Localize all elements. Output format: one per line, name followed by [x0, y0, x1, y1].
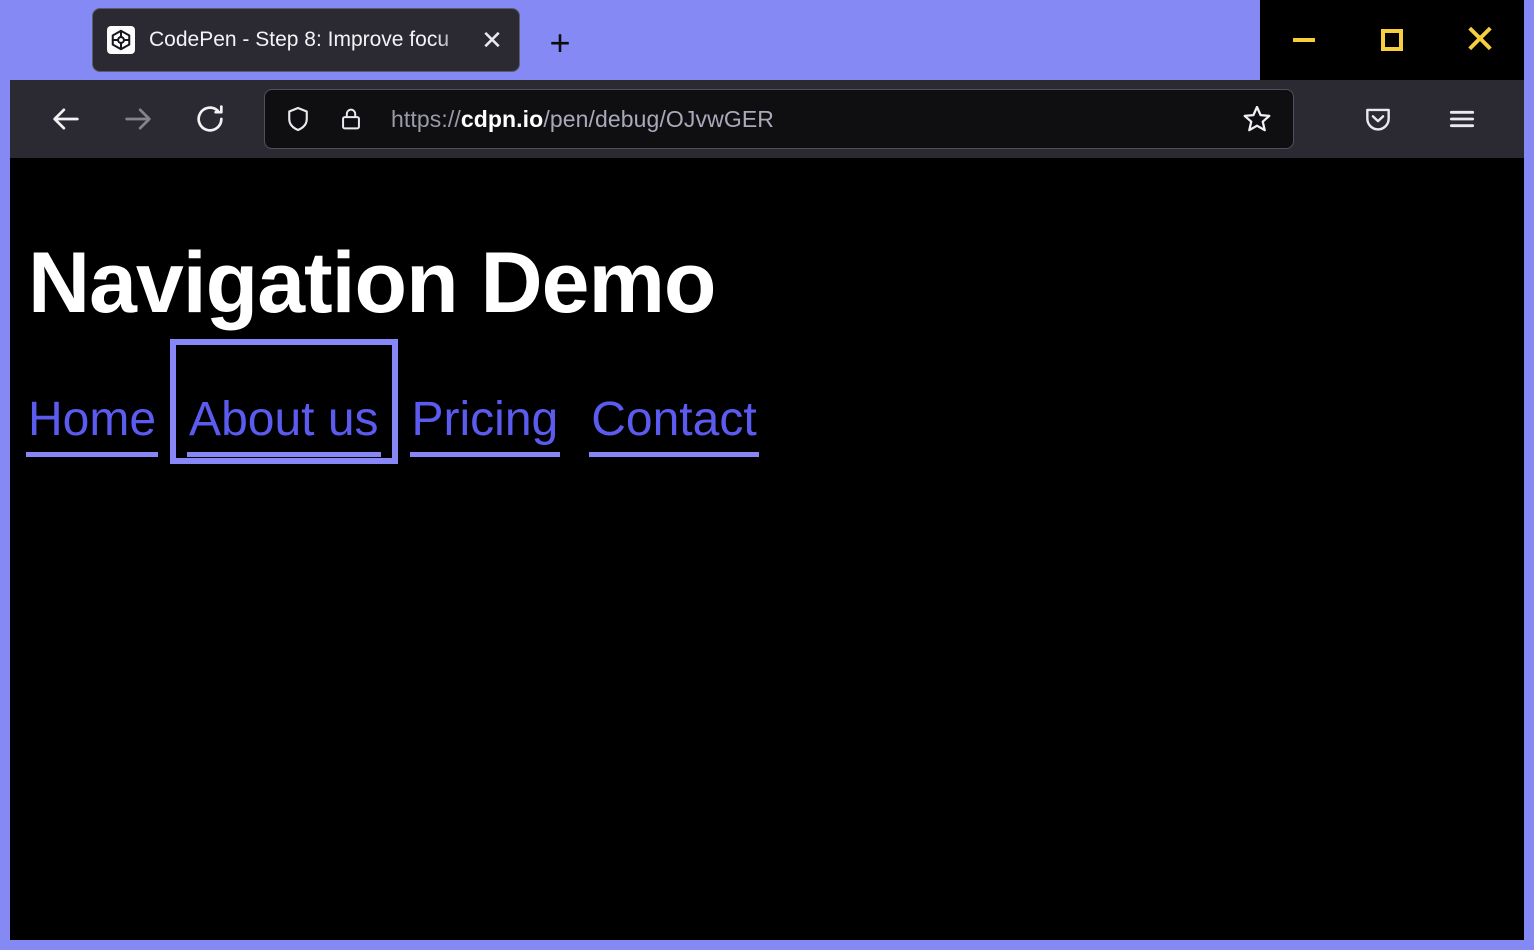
pocket-button[interactable] [1350, 91, 1406, 147]
maximize-icon [1381, 29, 1403, 51]
url-text[interactable]: https://cdpn.io/pen/debug/OJvwGER [391, 106, 1235, 133]
minimize-icon [1293, 38, 1315, 42]
forward-button[interactable] [110, 91, 166, 147]
lock-icon[interactable] [337, 105, 365, 133]
url-scheme: https:// [391, 106, 461, 132]
tab-title: CodePen - Step 8: Improve focu [149, 27, 481, 53]
back-button[interactable] [38, 91, 94, 147]
page-title: Navigation Demo [28, 240, 1524, 326]
maximize-button[interactable] [1361, 13, 1423, 67]
minimize-button[interactable] [1273, 13, 1335, 67]
site-navigation: Home About us Pricing Contact [26, 394, 1524, 457]
close-icon: ✕ [1463, 20, 1497, 60]
arrow-right-icon [121, 102, 155, 136]
window-controls: ✕ [1260, 0, 1524, 80]
close-window-button[interactable]: ✕ [1449, 13, 1511, 67]
pocket-icon [1362, 103, 1394, 135]
hamburger-menu-icon [1446, 103, 1478, 135]
nav-link-about-us[interactable]: About us [187, 394, 380, 457]
url-path: /pen/debug/OJvwGER [543, 106, 774, 132]
demo-page: Navigation Demo Home About us Pricing Co… [10, 240, 1524, 457]
reload-button[interactable] [182, 91, 238, 147]
nav-link-pricing[interactable]: Pricing [410, 394, 561, 457]
arrow-left-icon [49, 102, 83, 136]
url-bar[interactable]: https://cdpn.io/pen/debug/OJvwGER [264, 89, 1294, 149]
toolbar-right-group [1322, 91, 1490, 147]
codepen-icon [107, 26, 135, 54]
browser-toolbar: https://cdpn.io/pen/debug/OJvwGER [10, 80, 1524, 158]
shield-icon[interactable] [283, 104, 313, 134]
menu-button[interactable] [1434, 91, 1490, 147]
bookmark-star-icon[interactable] [1235, 97, 1279, 141]
browser-window: CodePen - Step 8: Improve focu ✕ + ✕ [0, 0, 1534, 950]
reload-icon [193, 102, 227, 136]
nav-link-contact[interactable]: Contact [589, 394, 758, 457]
page-viewport: Navigation Demo Home About us Pricing Co… [10, 158, 1524, 940]
new-tab-button[interactable]: + [534, 18, 586, 68]
browser-tab[interactable]: CodePen - Step 8: Improve focu ✕ [92, 8, 520, 72]
tab-strip: CodePen - Step 8: Improve focu ✕ + ✕ [0, 0, 1534, 80]
url-host: cdpn.io [461, 106, 543, 132]
nav-link-home[interactable]: Home [26, 394, 158, 457]
